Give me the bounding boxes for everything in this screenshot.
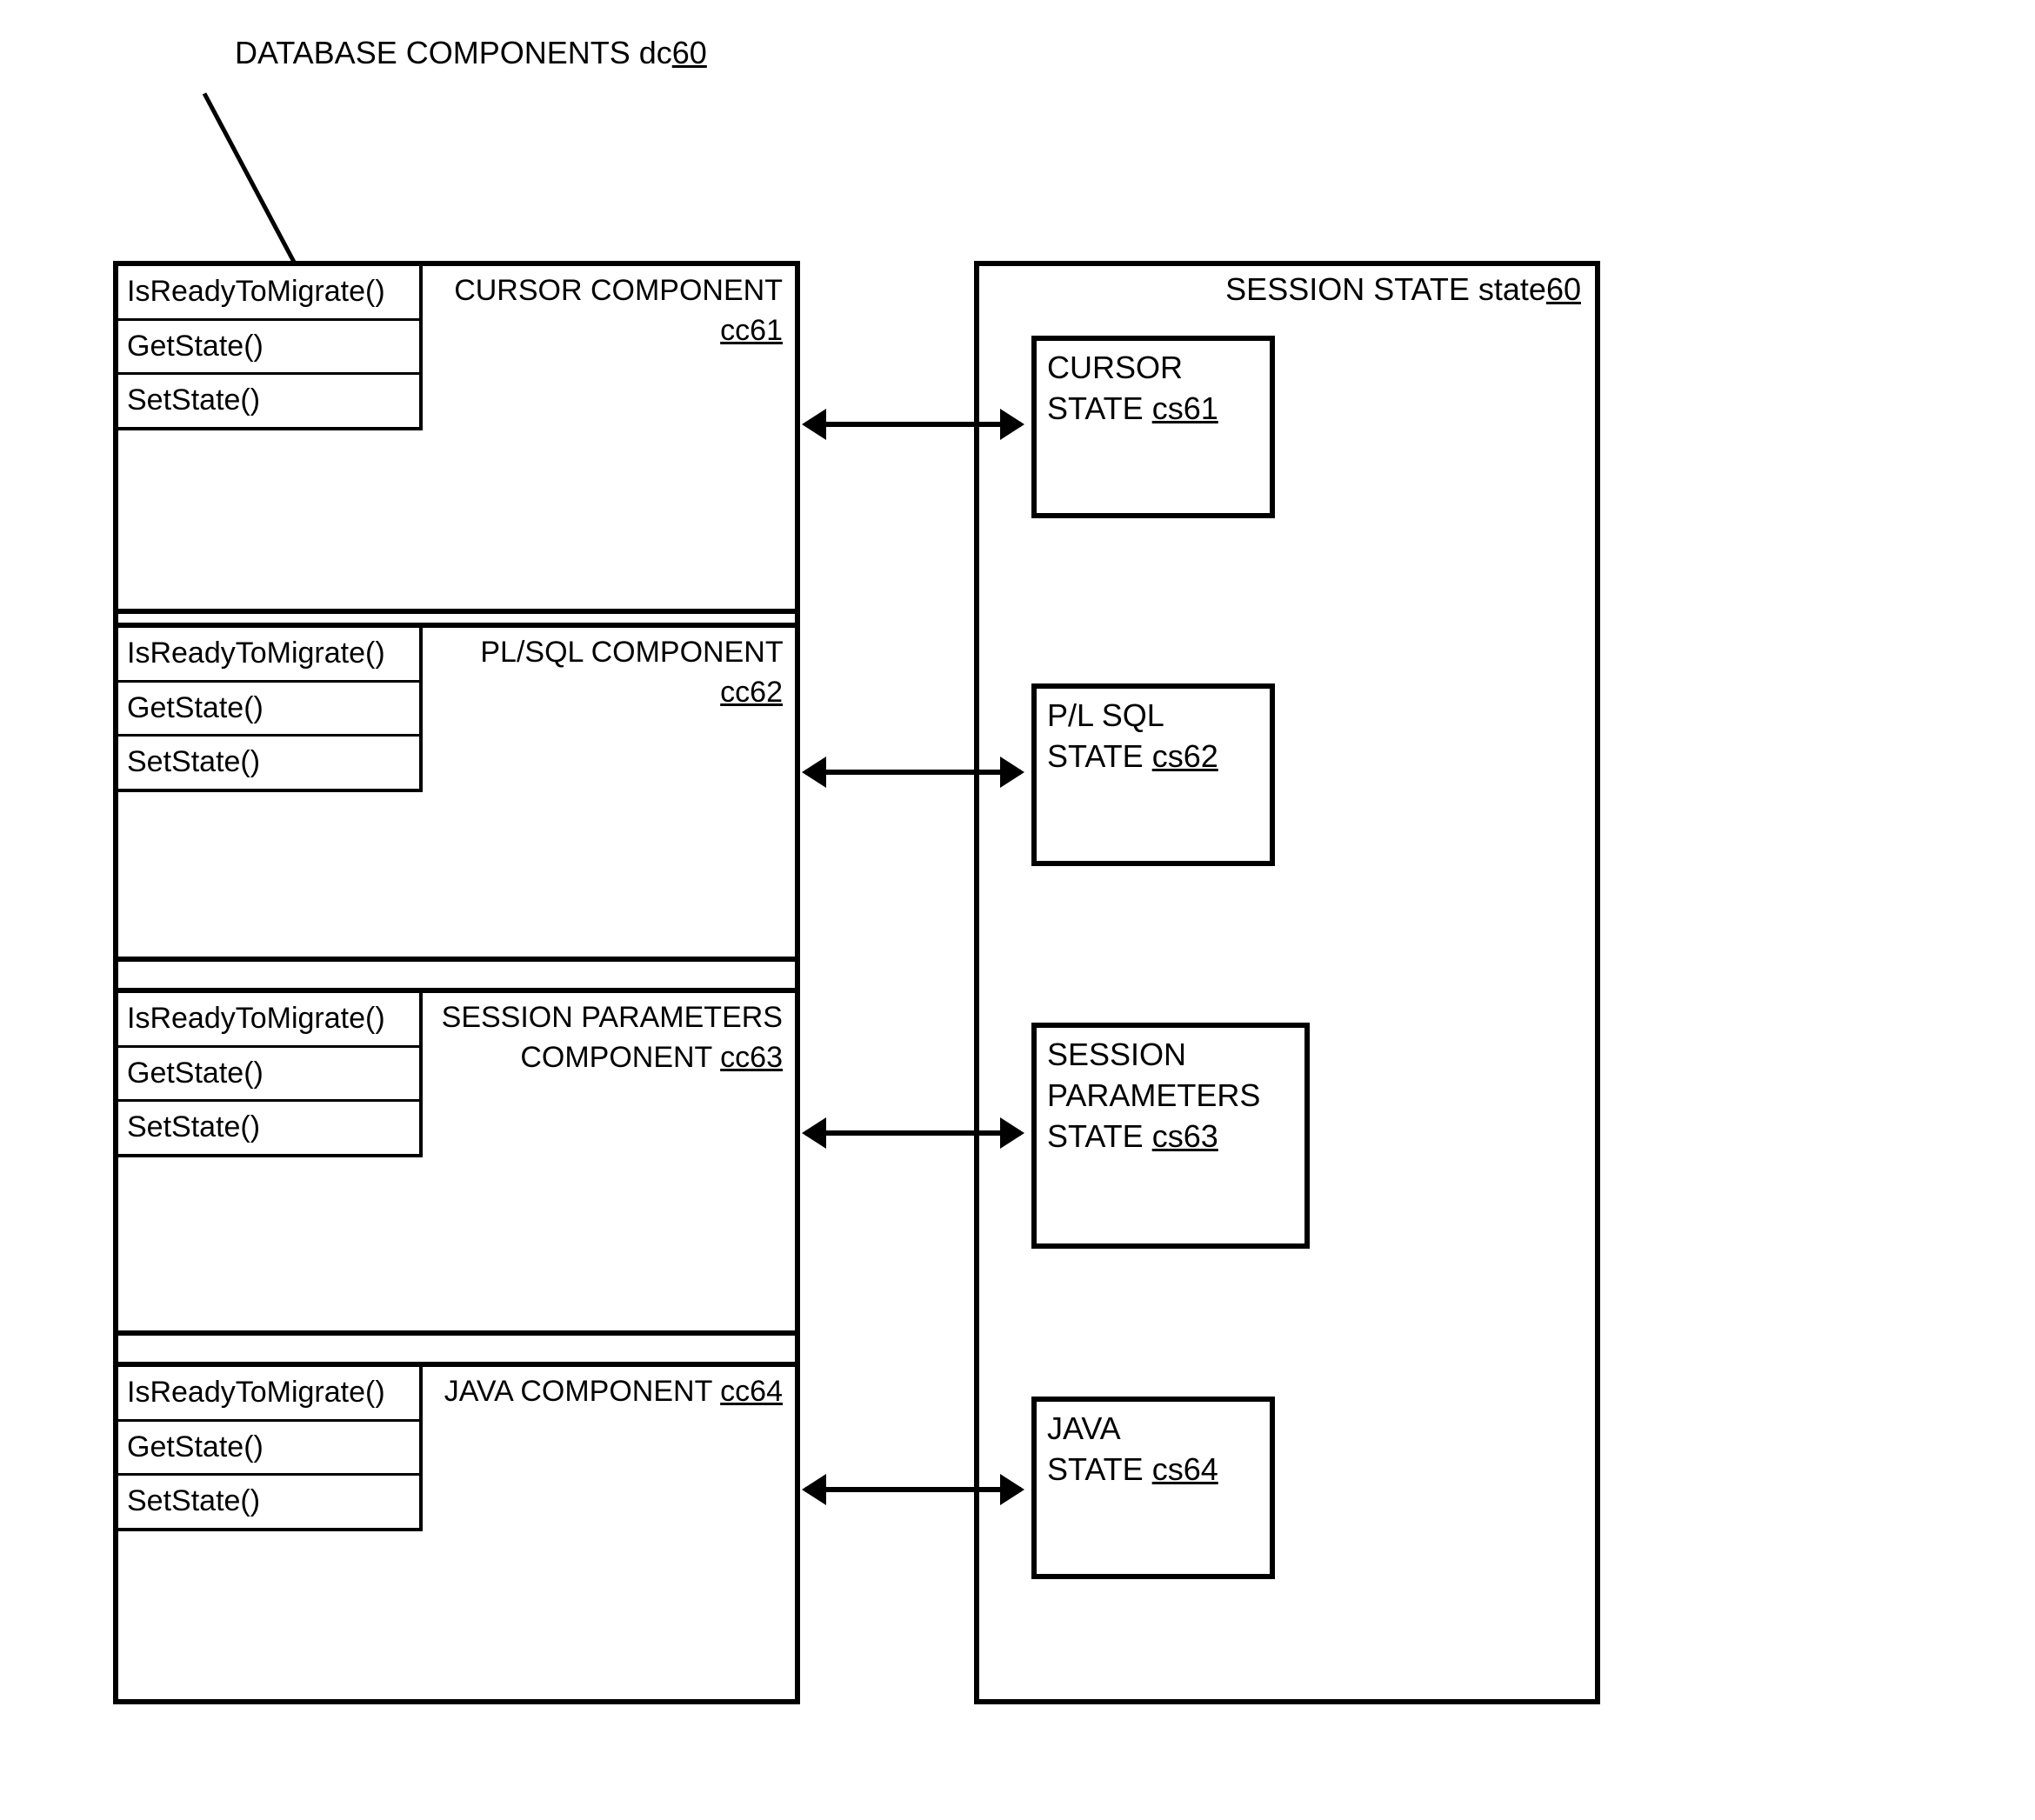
component-session-params: IsReadyToMigrate() GetState() SetState()… (118, 988, 795, 1336)
state-line2-prefix: STATE (1047, 738, 1152, 774)
diagram-canvas: DATABASE COMPONENTS dc60 IsReadyToMigrat… (35, 35, 2000, 1785)
component-java: IsReadyToMigrate() GetState() SetState()… (118, 1362, 795, 1699)
method-getstate: GetState() (118, 1048, 419, 1103)
methods-list: IsReadyToMigrate() GetState() SetState() (118, 628, 423, 792)
component-cursor: IsReadyToMigrate() GetState() SetState()… (118, 266, 795, 614)
methods-list: IsReadyToMigrate() GetState() SetState() (118, 993, 423, 1157)
label-line2-prefix: COMPONENT (520, 1041, 720, 1074)
component-label: SESSION PARAMETERS COMPONENT cc63 (442, 998, 783, 1078)
label-ref: cc62 (720, 676, 783, 709)
title-label: DATABASE COMPONENTS dc60 (235, 35, 707, 71)
component-plsql: IsReadyToMigrate() GetState() SetState()… (118, 623, 795, 962)
session-title-ref: 60 (1546, 271, 1581, 307)
state-line1: P/L SQL (1047, 697, 1164, 733)
session-title-prefix: SESSION STATE state (1225, 271, 1546, 307)
method-setstate: SetState() (118, 737, 419, 789)
state-line1: CURSOR (1047, 350, 1183, 385)
component-label: JAVA COMPONENT cc64 (444, 1372, 783, 1412)
label-ref: cc64 (720, 1375, 783, 1408)
method-getstate: GetState() (118, 683, 419, 737)
method-isready: IsReadyToMigrate() (118, 993, 419, 1048)
state-java: JAVA STATE cs64 (1031, 1397, 1275, 1579)
method-isready: IsReadyToMigrate() (118, 628, 419, 683)
label-line1: SESSION PARAMETERS (442, 1001, 783, 1034)
state-line2-prefix: STATE (1047, 1451, 1152, 1487)
session-state-box: SESSION STATE state60 CURSOR STATE cs61 … (974, 261, 1600, 1704)
state-line1: SESSION (1047, 1037, 1186, 1072)
state-line1: JAVA (1047, 1410, 1121, 1446)
state-session-params: SESSION PARAMETERS STATE cs63 (1031, 1023, 1310, 1249)
arrow-java (805, 1487, 1021, 1492)
state-ref: cs62 (1152, 738, 1218, 774)
database-components-box: IsReadyToMigrate() GetState() SetState()… (113, 261, 800, 1704)
state-ref: cs61 (1152, 390, 1218, 426)
state-cursor: CURSOR STATE cs61 (1031, 336, 1275, 518)
label-ref: cc63 (720, 1041, 783, 1074)
methods-list: IsReadyToMigrate() GetState() SetState() (118, 266, 423, 430)
arrow-plsql (805, 770, 1021, 775)
label-prefix: JAVA COMPONENT (444, 1375, 720, 1408)
state-plsql: P/L SQL STATE cs62 (1031, 683, 1275, 866)
method-setstate: SetState() (118, 375, 419, 427)
state-ref: cs63 (1152, 1118, 1218, 1154)
title-ref: 60 (672, 35, 707, 70)
arrow-cursor (805, 422, 1021, 427)
arrow-session-params (805, 1130, 1021, 1136)
state-line3-prefix: STATE (1047, 1118, 1152, 1154)
title-pointer (203, 92, 297, 263)
component-label: PL/SQL COMPONENT cc62 (417, 633, 783, 713)
state-line2: PARAMETERS (1047, 1077, 1260, 1113)
method-getstate: GetState() (118, 321, 419, 376)
method-isready: IsReadyToMigrate() (118, 1367, 419, 1422)
method-isready: IsReadyToMigrate() (118, 266, 419, 321)
label-ref: cc61 (720, 314, 783, 347)
state-line2-prefix: STATE (1047, 390, 1152, 426)
session-state-title: SESSION STATE state60 (1225, 271, 1581, 308)
method-setstate: SetState() (118, 1102, 419, 1154)
label-prefix: CURSOR COMPONENT (454, 274, 783, 307)
label-prefix: PL/SQL COMPONENT (480, 636, 783, 669)
method-getstate: GetState() (118, 1422, 419, 1477)
state-ref: cs64 (1152, 1451, 1218, 1487)
method-setstate: SetState() (118, 1476, 419, 1528)
component-label: CURSOR COMPONENT cc61 (417, 271, 783, 351)
methods-list: IsReadyToMigrate() GetState() SetState() (118, 1367, 423, 1531)
title-text: DATABASE COMPONENTS dc (235, 35, 672, 70)
